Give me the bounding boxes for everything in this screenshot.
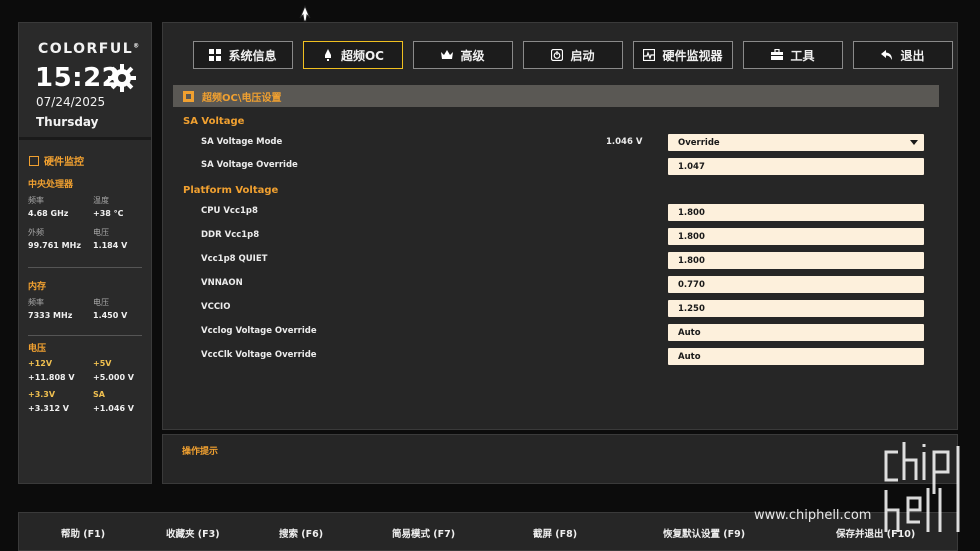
divider — [28, 267, 142, 268]
v33-label: +3.3V — [28, 390, 56, 399]
easy-mode-button[interactable]: 简易模式 (F7) — [392, 526, 455, 540]
v12-label: +12V — [28, 359, 53, 368]
sa-voltage-mode-select[interactable]: Override — [668, 134, 924, 151]
memory-heading: 内存 — [28, 282, 47, 292]
divider — [19, 137, 151, 140]
help-button[interactable]: 帮助 (F1) — [61, 526, 105, 540]
tab-exit[interactable]: 退出 — [853, 41, 953, 69]
cpu-ext-label: 外频 — [28, 228, 44, 237]
mouse-cursor-icon — [299, 4, 311, 22]
vcc1p8-quiet-input[interactable]: 1.800 — [668, 252, 924, 269]
tab-boot[interactable]: 启动 — [523, 41, 623, 69]
tab-system-info[interactable]: 系统信息 — [193, 41, 293, 69]
vccio-label: VCCIO — [201, 302, 231, 312]
tab-hardware-monitor[interactable]: 硬件监视器 — [633, 41, 733, 69]
grid-icon — [209, 49, 222, 61]
settings-panel: 系统信息 超频OC 高级 启动 硬件监视器 工具 退出 超频OC\电压设置 SA… — [162, 22, 958, 430]
ddr-vcc1p8-input[interactable]: 1.800 — [668, 228, 924, 245]
v33-value: +3.312 V — [28, 404, 69, 413]
chip-icon — [29, 155, 39, 166]
hw-monitor-title: 硬件监控 — [29, 153, 84, 168]
tab-overclock[interactable]: 超频OC — [303, 41, 403, 69]
watermark-logo — [884, 442, 960, 532]
v5-value: +5.000 V — [93, 373, 134, 382]
tab-tools[interactable]: 工具 — [743, 41, 843, 69]
vnnaon-label: VNNAON — [201, 278, 243, 288]
cpu-vcc1p8-label: CPU Vcc1p8 — [201, 206, 258, 216]
divider — [28, 335, 142, 336]
v5-label: +5V — [93, 359, 112, 368]
sa-value: +1.046 V — [93, 404, 134, 413]
dropdown-caret-icon — [910, 140, 918, 145]
cpu-temp-value: +38 °C — [93, 209, 124, 218]
voltage-heading: 电压 — [28, 344, 47, 354]
vccclk-override-label: VccClk Voltage Override — [201, 350, 317, 360]
hint-panel: 操作提示 — [162, 434, 958, 484]
sa-voltage-override-label: SA Voltage Override — [201, 160, 298, 170]
vccclk-override-input[interactable]: Auto — [668, 348, 924, 365]
sa-label: SA — [93, 390, 105, 399]
crown-icon — [441, 50, 454, 59]
cpu-freq-value: 4.68 GHz — [28, 209, 69, 218]
toolbox-icon — [771, 49, 784, 60]
tab-bar: 系统信息 超频OC 高级 启动 硬件监视器 工具 退出 — [193, 41, 953, 69]
status-sidebar: COLORFUL® 15:22 07/24/2025 Thursday 硬件监控… — [18, 22, 152, 484]
sa-voltage-current: 1.046 V — [606, 137, 643, 147]
breadcrumb: 超频OC\电压设置 — [173, 85, 939, 107]
cpu-temp-label: 温度 — [93, 196, 109, 205]
sa-voltage-mode-label: SA Voltage Mode — [201, 137, 283, 147]
gear-icon[interactable] — [107, 63, 137, 93]
cpu-freq-label: 频率 — [28, 196, 44, 205]
mem-volt-value: 1.450 V — [93, 311, 128, 320]
sa-voltage-override-input[interactable]: 1.047 — [668, 158, 924, 175]
vnnaon-input[interactable]: 0.770 — [668, 276, 924, 293]
cpu-heading: 中央处理器 — [28, 180, 74, 190]
cpu-volt-label: 电压 — [93, 228, 109, 237]
cpu-volt-value: 1.184 V — [93, 241, 128, 250]
screenshot-button[interactable]: 截屏 (F8) — [533, 526, 577, 540]
clock-date: 07/24/2025 — [36, 95, 106, 109]
favorites-button[interactable]: 收藏夹 (F3) — [166, 526, 220, 540]
mem-volt-label: 电压 — [93, 298, 109, 307]
rocket-icon — [324, 49, 331, 61]
vcc1p8-quiet-label: Vcc1p8 QUIET — [201, 254, 268, 264]
mem-freq-value: 7333 MHz — [28, 311, 73, 320]
clock-weekday: Thursday — [36, 115, 99, 129]
back-arrow-icon — [881, 50, 893, 60]
load-defaults-button[interactable]: 恢复默认设置 (F9) — [663, 526, 745, 540]
vccio-input[interactable]: 1.250 — [668, 300, 924, 317]
ddr-vcc1p8-label: DDR Vcc1p8 — [201, 230, 260, 240]
mem-freq-label: 频率 — [28, 298, 44, 307]
group-sa-voltage: SA Voltage — [183, 116, 245, 127]
v12-value: +11.808 V — [28, 373, 75, 382]
cpu-ext-value: 99.761 MHz — [28, 241, 81, 250]
cpu-vcc1p8-input[interactable]: 1.800 — [668, 204, 924, 221]
hint-title: 操作提示 — [182, 447, 219, 457]
brand-logo: COLORFUL® — [38, 41, 141, 57]
watermark-url: www.chiphell.com — [754, 508, 872, 523]
tab-advanced[interactable]: 高级 — [413, 41, 513, 69]
monitor-icon — [643, 49, 656, 61]
chip-icon — [183, 90, 194, 102]
search-button[interactable]: 搜索 (F6) — [279, 526, 323, 540]
group-platform-voltage: Platform Voltage — [183, 185, 279, 196]
vcclog-override-label: Vcclog Voltage Override — [201, 326, 317, 336]
vcclog-override-input[interactable]: Auto — [668, 324, 924, 341]
power-icon — [551, 49, 564, 61]
